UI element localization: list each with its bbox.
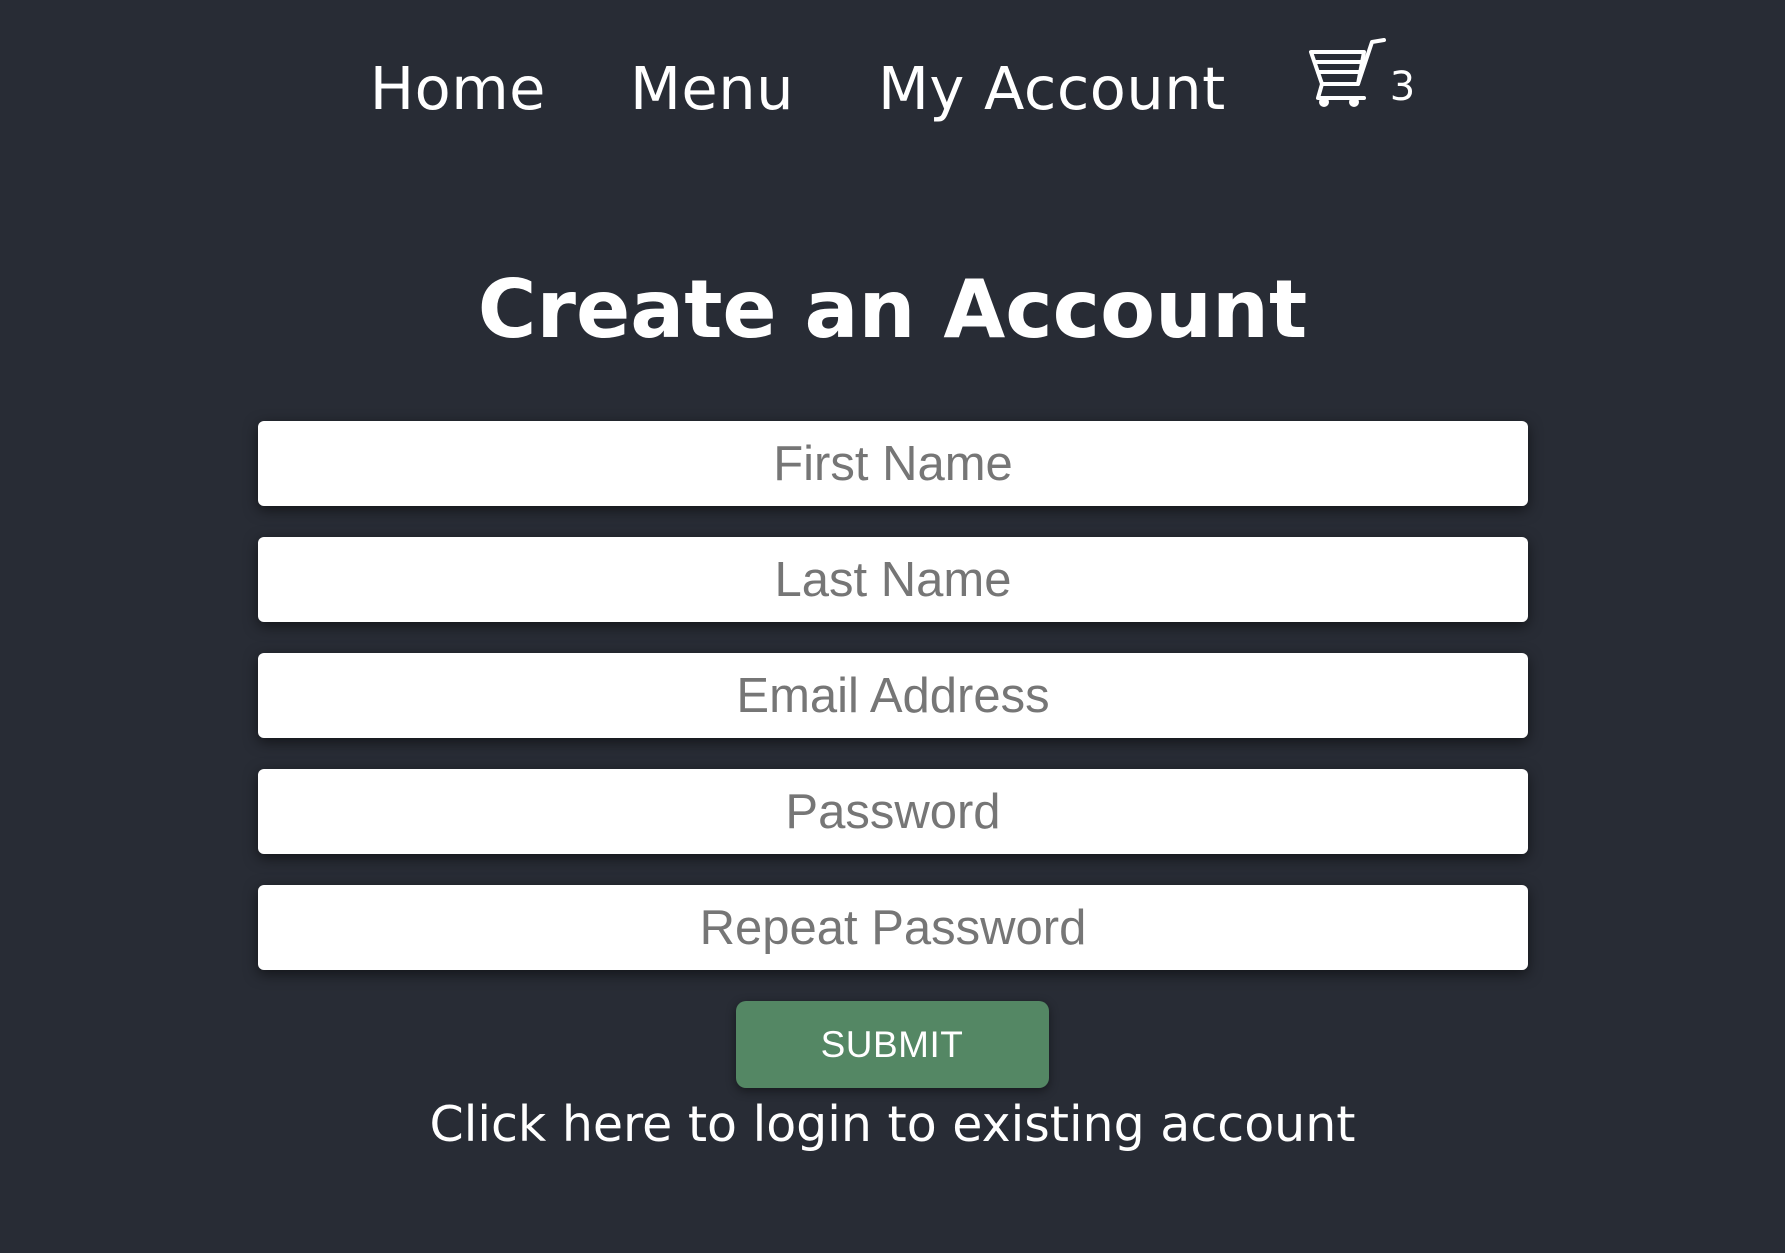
cart-button[interactable]: 3 — [1308, 34, 1415, 144]
repeat-password-input[interactable] — [258, 885, 1528, 970]
page-title: Create an Account — [477, 263, 1308, 356]
cart-count-badge: 3 — [1389, 64, 1416, 110]
submit-container: SUBMIT — [0, 1001, 1785, 1088]
nav-menu-link[interactable]: Menu — [630, 34, 794, 144]
nav-home-link[interactable]: Home — [370, 34, 546, 144]
top-navigation: Home Menu My Account 3 — [0, 34, 1785, 144]
signup-form — [258, 421, 1528, 1001]
last-name-input[interactable] — [258, 537, 1528, 622]
nav-my-account-link[interactable]: My Account — [878, 34, 1226, 144]
login-existing-account-link[interactable]: Click here to login to existing account — [0, 1090, 1785, 1160]
password-input[interactable] — [258, 769, 1528, 854]
first-name-input[interactable] — [258, 421, 1528, 506]
submit-button[interactable]: SUBMIT — [735, 1001, 1049, 1088]
signup-page: Home Menu My Account 3 Create an Account — [0, 0, 1785, 1253]
shopping-cart-icon — [1308, 38, 1386, 107]
email-input[interactable] — [258, 653, 1528, 738]
